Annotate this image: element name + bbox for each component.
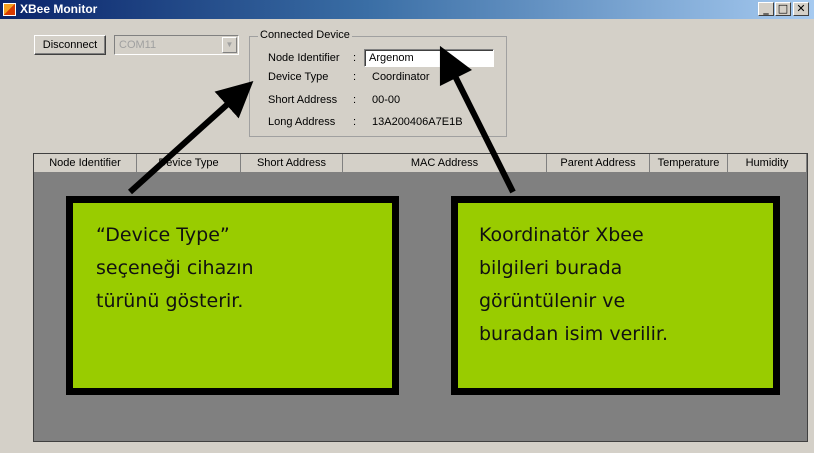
app-window: XBee Monitor _ □ ✕ Disconnect COM11 ▼ Co… xyxy=(0,0,814,453)
arrow-to-node-identifier xyxy=(439,45,516,194)
arrow-to-device-type xyxy=(127,80,254,195)
annotation-arrows xyxy=(127,45,516,195)
